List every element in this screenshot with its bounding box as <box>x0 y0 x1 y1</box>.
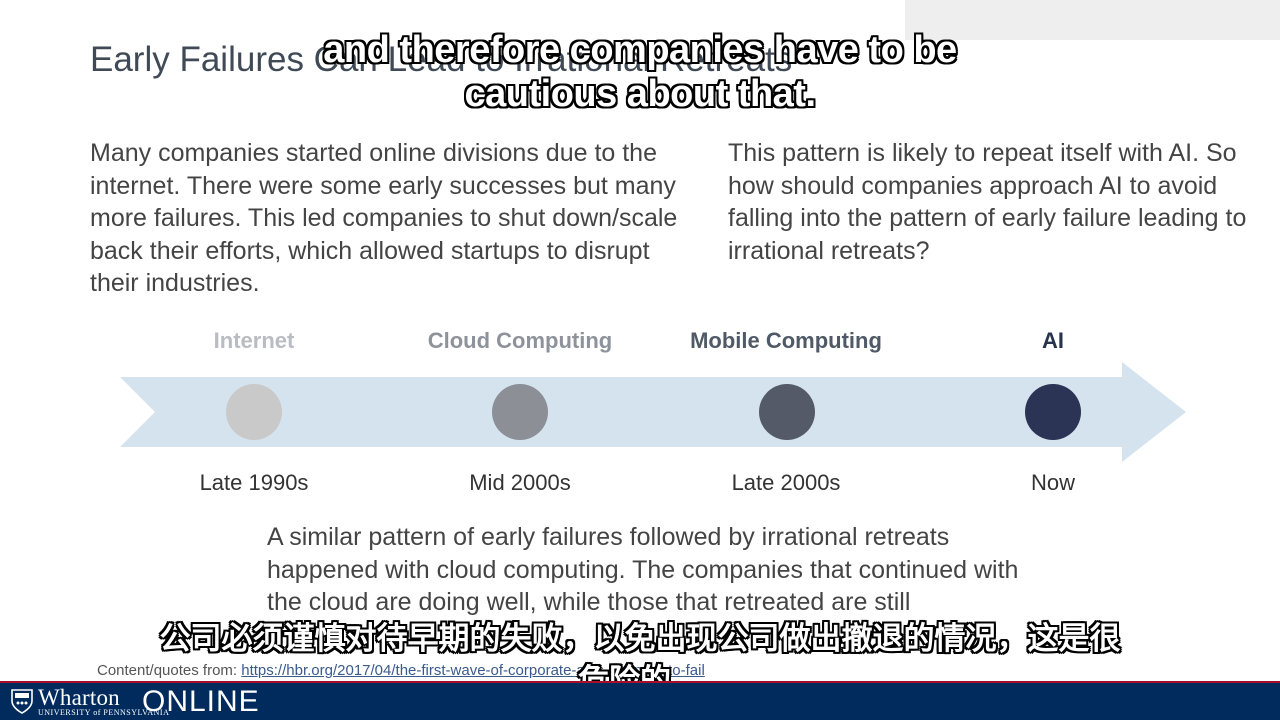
english-subtitle: and therefore companies have to be cauti… <box>323 29 957 115</box>
era-dot-internet <box>226 384 282 440</box>
era-date-cloud-computing: Mid 2000s <box>469 470 571 495</box>
bottom-paragraph: A similar pattern of early failures foll… <box>267 523 1019 617</box>
era-label-cloud-computing: Cloud Computing <box>427 328 613 353</box>
era-date-ai: Now <box>1030 470 1075 495</box>
era-label-internet: Internet <box>213 328 295 353</box>
era-dot-mobile-computing <box>759 384 815 440</box>
online-wordmark: ONLINE <box>142 685 260 718</box>
penn-shield-icon <box>11 689 33 714</box>
era-dot-ai <box>1025 384 1081 440</box>
footer-bar: Wharton UNIVERSITY of PENNSYLVANIA ONLIN… <box>0 683 1280 720</box>
era-dot-cloud-computing <box>492 384 548 440</box>
era-date-mobile-computing: Late 2000s <box>731 470 841 495</box>
era-label-ai: AI <box>1042 328 1064 353</box>
era-date-internet: Late 1990s <box>199 470 309 495</box>
era-label-mobile-computing: Mobile Computing <box>690 328 882 353</box>
